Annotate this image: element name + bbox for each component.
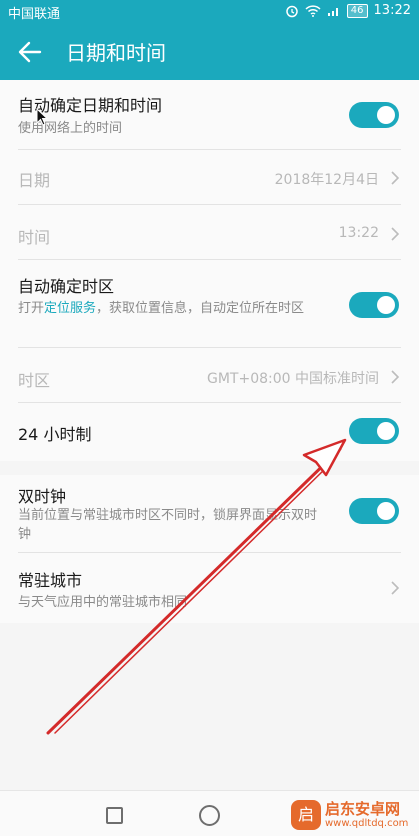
row-home-city[interactable]: 常驻城市 与天气应用中的常驻城市相同 (18, 553, 401, 623)
wifi-icon (305, 4, 321, 17)
row-subtitle: 打开定位服务，获取位置信息，自动定位所在时区 (18, 299, 328, 318)
row-subtitle: 当前位置与常驻城市时区不同时，锁屏界面显示双时钟 (18, 508, 318, 542)
watermark-url: www.qdltdq.com (325, 818, 409, 829)
row-auto-timezone[interactable]: 自动确定时区 打开定位服务，获取位置信息，自动定位所在时区 (18, 260, 401, 348)
time-value: 13:22 (338, 225, 379, 241)
row-title: 双时钟 (18, 487, 67, 506)
date-value: 2018年12月4日 (274, 172, 379, 188)
page-title: 日期和时间 (66, 41, 166, 65)
watermark: 启 启东安卓网 www.qdltdq.com (291, 798, 415, 834)
watermark-name: 启东安卓网 (325, 800, 401, 818)
row-title: 时间 (18, 228, 51, 247)
status-bar: 中国联通 46 13:22 (0, 0, 419, 22)
chevron-right-icon (391, 227, 400, 241)
settings-group-clock: 双时钟 当前位置与常驻城市时区不同时，锁屏界面显示双时钟 常驻城市 与天气应用中… (0, 475, 419, 623)
row-title: 时区 (18, 371, 51, 390)
row-title: 日期 (18, 171, 51, 190)
dual-clock-toggle[interactable] (349, 498, 399, 524)
subtitle-suffix: ，获取位置信息，自动定位所在时区 (96, 301, 305, 316)
status-icons: 46 13:22 (285, 3, 411, 18)
chevron-right-icon (391, 370, 400, 384)
signal-icon (327, 7, 338, 16)
24-hour-toggle[interactable] (349, 418, 399, 444)
toggle-knob (377, 106, 395, 124)
recent-apps-button[interactable] (106, 807, 123, 824)
row-time: 时间 13:22 (18, 205, 401, 260)
toggle-knob (377, 296, 395, 314)
toggle-knob (377, 422, 395, 440)
row-title: 24 小时制 (18, 425, 92, 444)
timezone-value: GMT+08:00 中国标准时间 (206, 371, 379, 387)
auto-datetime-toggle[interactable] (349, 102, 399, 128)
alarm-icon (286, 5, 298, 17)
row-title: 常驻城市 (18, 571, 83, 590)
settings-group-datetime: 自动确定日期和时间 使用网络上的时间 日期 2018年12月4日 时间 13:2… (0, 80, 419, 461)
home-button[interactable] (199, 805, 220, 826)
watermark-logo: 启 (291, 800, 321, 830)
clock-label: 13:22 (373, 3, 411, 18)
system-nav-bar: 启 启东安卓网 www.qdltdq.com (0, 790, 419, 836)
row-auto-datetime[interactable]: 自动确定日期和时间 使用网络上的时间 (18, 80, 401, 150)
row-dual-clock[interactable]: 双时钟 当前位置与常驻城市时区不同时，锁屏界面显示双时钟 (18, 475, 401, 553)
row-date: 日期 2018年12月4日 (18, 150, 401, 205)
row-title: 自动确定时区 (18, 277, 115, 296)
toggle-knob (377, 502, 395, 520)
row-24-hour[interactable]: 24 小时制 (18, 403, 401, 461)
back-arrow-icon[interactable] (16, 38, 44, 66)
row-subtitle: 与天气应用中的常驻城市相同 (18, 595, 188, 610)
auto-timezone-toggle[interactable] (349, 292, 399, 318)
mouse-cursor-icon (36, 108, 48, 126)
row-subtitle: 使用网络上的时间 (18, 121, 123, 136)
row-timezone: 时区 GMT+08:00 中国标准时间 (18, 348, 401, 403)
chevron-right-icon (391, 171, 400, 185)
location-service-link[interactable]: 定位服务 (44, 301, 96, 316)
carrier-label: 中国联通 (8, 7, 61, 22)
subtitle-prefix: 打开 (18, 301, 45, 316)
app-header: 日期和时间 (0, 22, 419, 80)
chevron-right-icon (391, 581, 400, 595)
battery-indicator: 46 (346, 3, 368, 18)
